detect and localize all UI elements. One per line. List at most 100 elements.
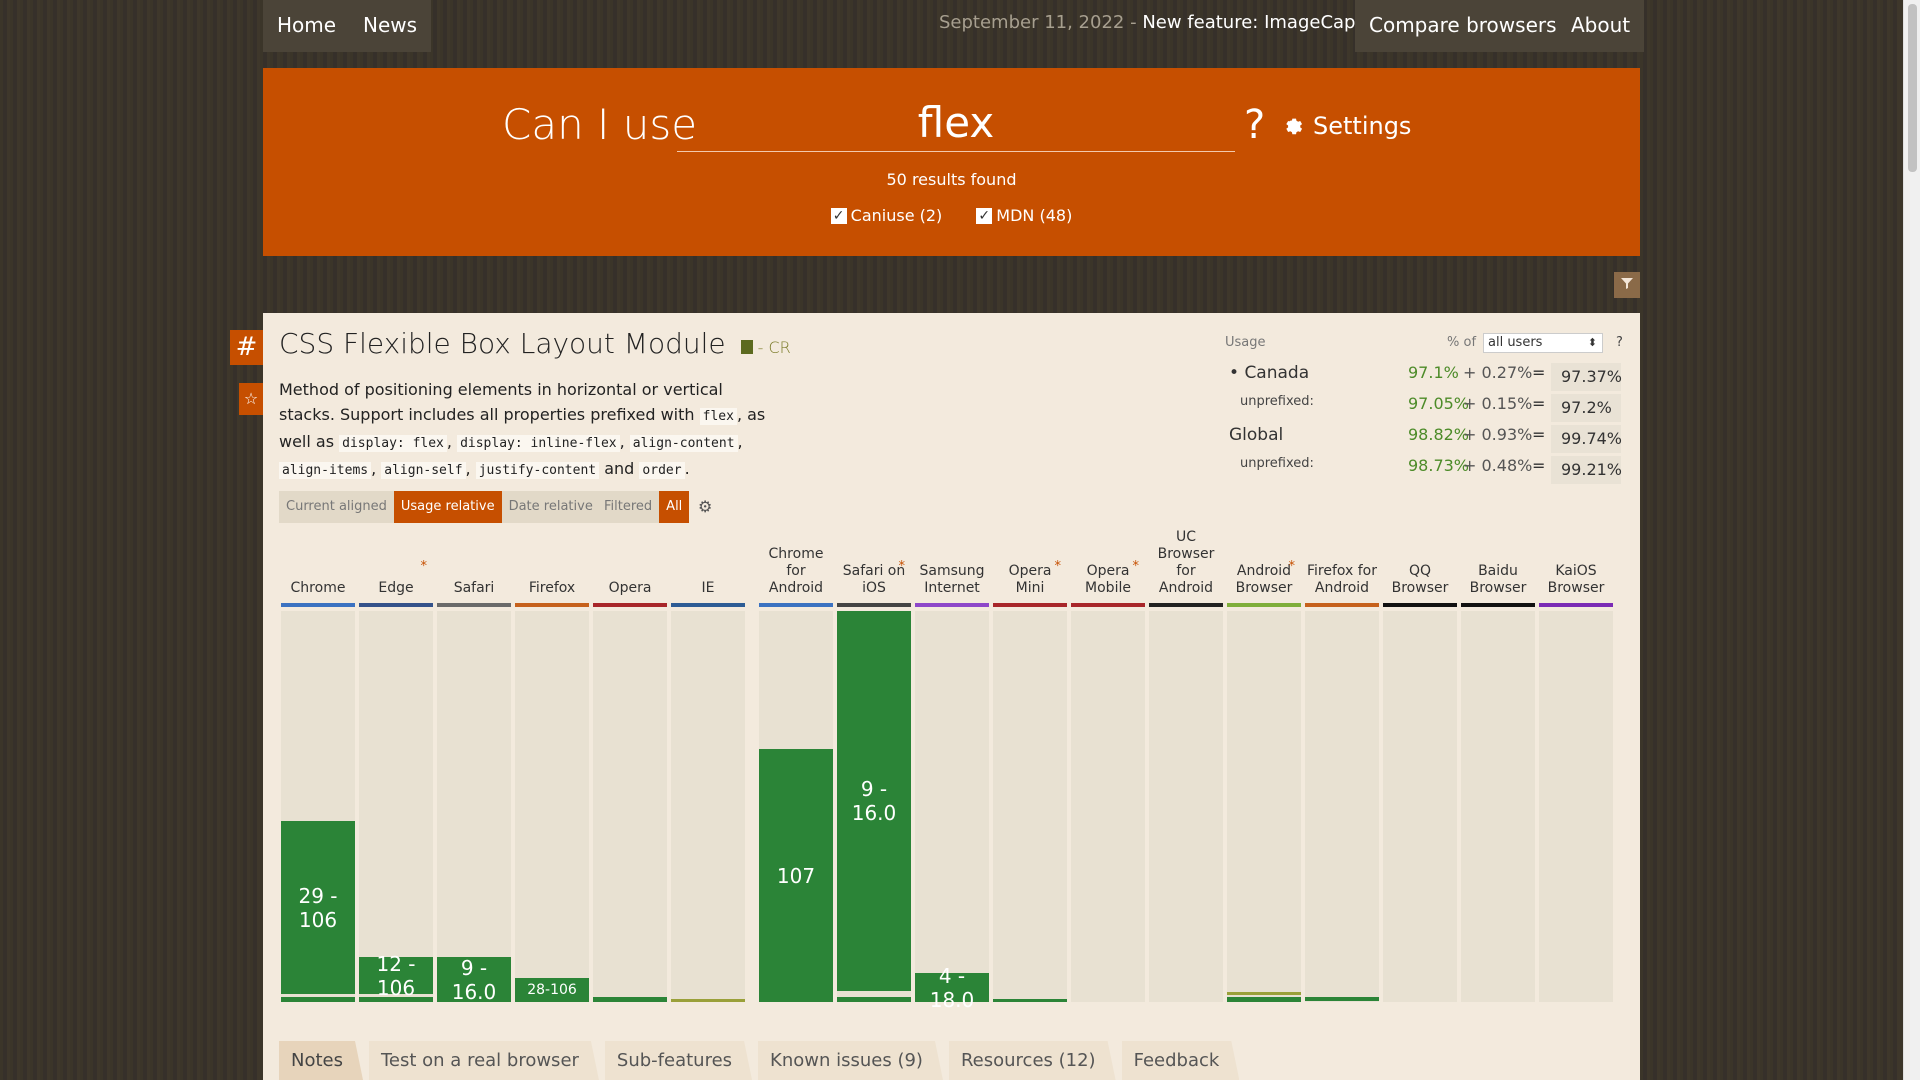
note-asterisk-icon: * [1054, 559, 1062, 574]
partial-support-bar[interactable] [1227, 992, 1301, 995]
funnel-icon [1621, 278, 1633, 289]
info-tabs: Notes Test on a real browser Sub-feature… [279, 1041, 1245, 1080]
browser-color-line [1539, 603, 1613, 607]
version-track[interactable] [1071, 611, 1145, 1002]
browser-color-line [1149, 603, 1223, 607]
browser-name[interactable]: Chrome [281, 313, 355, 601]
version-track[interactable] [359, 611, 433, 1002]
browser-color-line [993, 603, 1067, 607]
browser-name[interactable]: KaiOS Browser [1539, 313, 1613, 601]
browser-name[interactable]: Opera Mini [993, 313, 1067, 601]
version-track[interactable] [671, 611, 745, 1002]
browser-color-line [593, 603, 667, 607]
top-navigation: Home News September 11, 2022 - New featu… [263, 0, 1645, 52]
version-track[interactable] [593, 611, 667, 1002]
browser-name[interactable]: Safari on iOS [837, 313, 911, 601]
checkbox-icon: ✓ [976, 207, 993, 224]
feature-panel: CSS Flexible Box Layout Module - CR Meth… [263, 313, 1640, 1080]
browser-color-line [1227, 603, 1301, 607]
nav-compare-browsers[interactable]: Compare browsers [1355, 0, 1571, 52]
browser-color-line [671, 603, 745, 607]
note-asterisk-icon: * [420, 559, 428, 574]
version-track[interactable] [1383, 611, 1457, 1002]
news-date: September 11, 2022 - [939, 12, 1137, 33]
tab-feedback[interactable]: Feedback [1122, 1041, 1240, 1080]
supported-version-bar[interactable] [1227, 997, 1301, 1002]
browser-color-line [281, 603, 355, 607]
tab-known-issues[interactable]: Known issues (9) [758, 1041, 943, 1080]
settings-label: Settings [1313, 112, 1412, 140]
page-scrollbar[interactable] [1903, 0, 1920, 1080]
supported-version-bar[interactable] [1305, 997, 1379, 1001]
browser-name[interactable]: Edge [359, 313, 433, 601]
usage-help[interactable]: ? [1616, 335, 1623, 350]
browser-name[interactable]: Firefox [515, 313, 589, 601]
bookmark-star-icon[interactable]: ☆ [239, 383, 263, 415]
source-label: Caniuse (2) [850, 206, 943, 225]
source-mdn-checkbox[interactable]: ✓ MDN (48) [976, 206, 1072, 225]
note-asterisk-icon: * [1288, 559, 1296, 574]
search-prefix: Can I use [502, 100, 698, 149]
results-count: 50 results found [886, 170, 1017, 189]
search-input[interactable]: flex [677, 98, 1235, 152]
supported-version-bar[interactable]: 28-106 [515, 978, 589, 1002]
tab-resources[interactable]: Resources (12) [949, 1041, 1116, 1080]
nav-news[interactable]: News [349, 0, 432, 52]
scrollbar-thumb[interactable] [1908, 4, 1917, 172]
browser-name[interactable]: Baidu Browser [1461, 313, 1535, 601]
browser-name[interactable]: Chrome for Android [759, 313, 833, 601]
partial-support-bar[interactable] [671, 999, 745, 1002]
browser-color-line [915, 603, 989, 607]
version-track[interactable] [1305, 611, 1379, 1002]
supported-version-bar[interactable]: 12 - 106 [359, 952, 433, 1000]
news-banner[interactable]: September 11, 2022 - New feature: ImageC… [939, 12, 1426, 33]
source-caniuse-checkbox[interactable]: ✓ Caniuse (2) [830, 206, 943, 225]
version-track[interactable] [915, 611, 989, 1002]
browser-color-line [437, 603, 511, 607]
browser-name[interactable]: Opera Mobile [1071, 313, 1145, 601]
nav-about[interactable]: About [1557, 0, 1645, 52]
supported-version-bar[interactable] [837, 997, 911, 1002]
checkbox-icon: ✓ [830, 207, 847, 224]
tab-sub-features[interactable]: Sub-features [605, 1041, 752, 1080]
note-asterisk-icon: * [1132, 559, 1140, 574]
permalink-hash-icon[interactable]: # [230, 330, 263, 365]
supported-version-bar[interactable]: 4 - 18.0 [915, 964, 989, 1012]
nav-home[interactable]: Home [263, 0, 351, 52]
version-track[interactable] [1539, 611, 1613, 1002]
browser-color-line [837, 603, 911, 607]
settings-button[interactable]: Settings [1283, 112, 1411, 140]
version-track[interactable] [1149, 611, 1223, 1002]
browser-name[interactable]: Firefox for Android [1305, 313, 1379, 601]
version-track[interactable] [993, 611, 1067, 1002]
browser-name[interactable]: Safari [437, 313, 511, 601]
version-track[interactable] [437, 611, 511, 1002]
browser-color-line [1461, 603, 1535, 607]
browser-name[interactable]: QQ Browser [1383, 313, 1457, 601]
version-track[interactable] [515, 611, 589, 1002]
supported-version-bar[interactable]: 9 - 16.0 [837, 611, 911, 991]
source-filters: ✓ Caniuse (2) ✓ MDN (48) [263, 206, 1640, 225]
version-track[interactable] [1461, 611, 1535, 1002]
browser-color-line [359, 603, 433, 607]
browser-name[interactable]: Android Browser [1227, 313, 1301, 601]
browser-name[interactable]: IE [671, 313, 745, 601]
supported-version-bar[interactable] [359, 997, 433, 1002]
browser-color-line [1071, 603, 1145, 607]
browser-color-line [515, 603, 589, 607]
supported-version-bar[interactable] [993, 999, 1067, 1002]
browser-color-line [759, 603, 833, 607]
supported-version-bar[interactable]: 29 - 106 [281, 821, 355, 994]
supported-version-bar[interactable] [281, 997, 355, 1002]
supported-version-bar[interactable]: 9 - 16.0 [437, 956, 511, 1004]
browser-name[interactable]: Opera [593, 313, 667, 601]
search-help[interactable]: ? [1244, 102, 1265, 148]
tab-test-real-browser[interactable]: Test on a real browser [369, 1041, 599, 1080]
browser-name[interactable]: Samsung Internet [915, 313, 989, 601]
version-track[interactable] [1227, 611, 1301, 1002]
filter-icon[interactable] [1614, 272, 1640, 298]
tab-notes[interactable]: Notes [279, 1041, 363, 1080]
supported-version-bar[interactable] [593, 997, 667, 1002]
supported-version-bar[interactable]: 107 [759, 749, 833, 1002]
browser-name[interactable]: UC Browser for Android [1149, 313, 1223, 601]
